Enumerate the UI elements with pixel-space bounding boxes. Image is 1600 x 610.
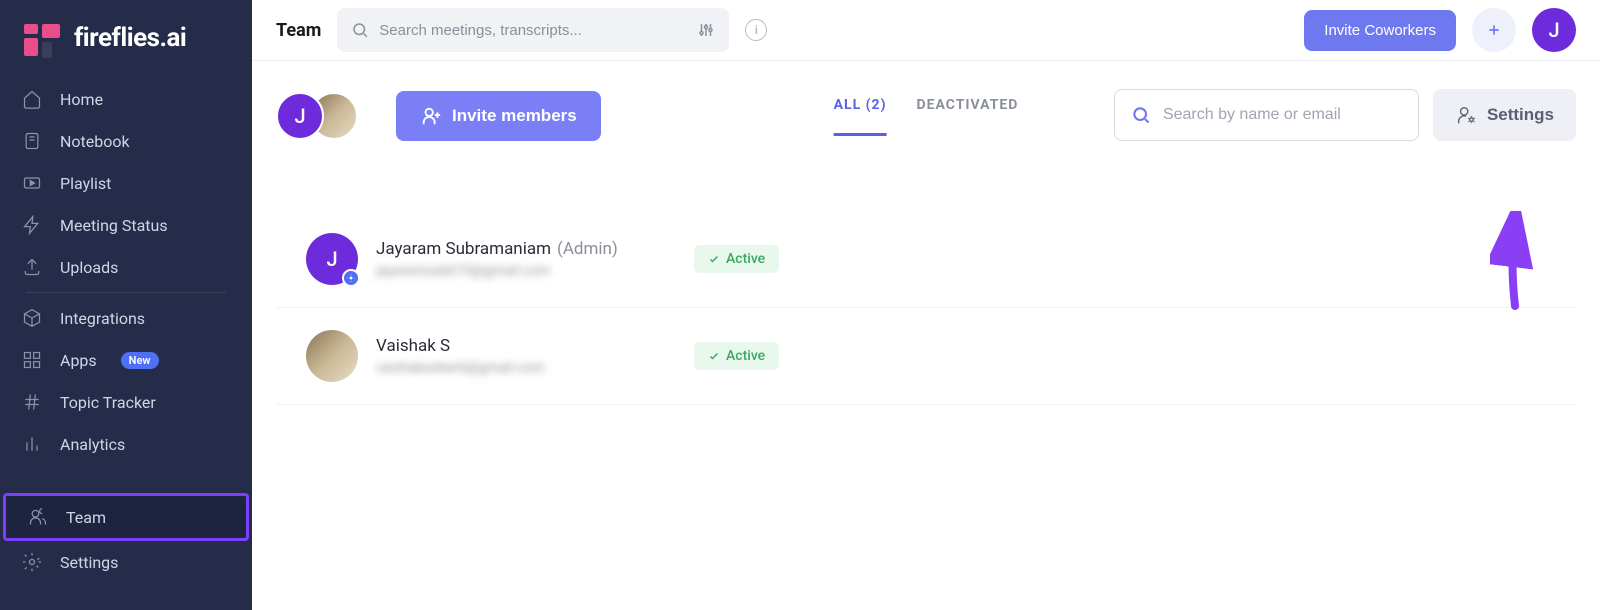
sidebar-item-label: Meeting Status [60,216,168,235]
playlist-icon [22,173,42,193]
invite-members-label: Invite members [452,106,577,126]
sidebar-item-home[interactable]: Home [0,78,252,120]
status-badge: Active [694,245,779,273]
nav-divider [26,292,226,293]
search-icon [351,21,369,39]
stacked-avatar: J [276,92,324,140]
status-label: Active [726,251,765,267]
status-badge: Active [694,342,779,370]
sidebar-item-playlist[interactable]: Playlist [0,162,252,204]
sidebar-item-label: Integrations [60,309,145,328]
member-avatar [306,330,358,382]
sliders-icon[interactable] [697,21,715,39]
sidebar-item-meeting-status[interactable]: Meeting Status [0,204,252,246]
sidebar-item-notebook[interactable]: Notebook [0,120,252,162]
member-row[interactable]: Vaishak S vaishakankar6@gmail.com Active [276,308,1576,405]
sidebar: fireflies.ai Home Notebook Playlist Meet… [0,0,252,610]
invite-coworkers-button[interactable]: Invite Coworkers [1304,10,1456,51]
integrations-icon [22,308,42,328]
check-icon [708,253,720,265]
tab-all[interactable]: ALL (2) [834,97,887,136]
user-avatar[interactable]: J [1532,8,1576,52]
sidebar-item-label: Settings [60,553,118,572]
tab-deactivated[interactable]: DEACTIVATED [917,97,1019,136]
plus-icon [1486,22,1502,38]
topbar: Team i Invite Coworkers J [252,0,1600,61]
sidebar-item-integrations[interactable]: Integrations [0,297,252,339]
sidebar-item-analytics[interactable]: Analytics [0,423,252,465]
add-user-icon [420,105,442,127]
analytics-icon [22,434,42,454]
invite-members-button[interactable]: Invite members [396,91,601,141]
sidebar-item-label: Apps [60,351,97,370]
sidebar-item-label: Topic Tracker [60,393,156,412]
info-icon[interactable]: i [745,19,767,41]
notebook-icon [22,131,42,151]
team-tabs: ALL (2) DEACTIVATED [834,97,1019,136]
settings-label: Settings [1487,105,1554,125]
member-search-input[interactable] [1163,106,1402,124]
sidebar-item-label: Home [60,90,103,109]
sidebar-item-label: Analytics [60,435,125,454]
member-name: Vaishak S [376,336,450,356]
sidebar-item-label: Uploads [60,258,118,277]
search-icon [1131,105,1151,125]
logo[interactable]: fireflies.ai [0,0,252,78]
member-role: (Admin) [557,239,618,259]
sidebar-item-uploads[interactable]: Uploads [0,246,252,288]
brand-name: fireflies.ai [74,23,186,53]
upload-icon [22,257,42,277]
team-settings-button[interactable]: Settings [1433,89,1576,141]
meeting-status-icon [22,215,42,235]
fireflies-logo-icon [22,18,62,58]
new-badge: New [121,352,159,369]
member-email: jayaramsub675@gmail.com [376,263,676,279]
sidebar-nav: Home Notebook Playlist Meeting Status Up… [0,78,252,583]
member-email: vaishakankar6@gmail.com [376,360,676,376]
sidebar-item-settings[interactable]: Settings [0,541,252,583]
check-icon [708,350,720,362]
apps-icon [22,350,42,370]
sidebar-item-label: Team [66,508,106,527]
member-avatar: J [306,233,358,285]
page-title: Team [276,20,321,41]
sidebar-item-topic-tracker[interactable]: Topic Tracker [0,381,252,423]
status-label: Active [726,348,765,364]
member-row[interactable]: J Jayaram Subramaniam (Admin) jayaramsub… [276,211,1576,308]
member-name: Jayaram Subramaniam [376,239,551,259]
hash-icon [22,392,42,412]
sidebar-item-apps[interactable]: Apps New [0,339,252,381]
avatar-stack: J [276,92,358,140]
home-icon [22,89,42,109]
admin-badge-icon [342,269,360,287]
global-search[interactable] [337,8,729,52]
search-input[interactable] [379,22,687,39]
add-button[interactable] [1472,8,1516,52]
team-icon [28,507,48,527]
sidebar-item-team[interactable]: Team [3,493,249,541]
sidebar-item-label: Playlist [60,174,111,193]
gear-icon [22,552,42,572]
user-gear-icon [1455,104,1477,126]
member-search[interactable] [1114,89,1419,141]
sidebar-item-label: Notebook [60,132,130,151]
members-list: J Jayaram Subramaniam (Admin) jayaramsub… [276,211,1576,405]
